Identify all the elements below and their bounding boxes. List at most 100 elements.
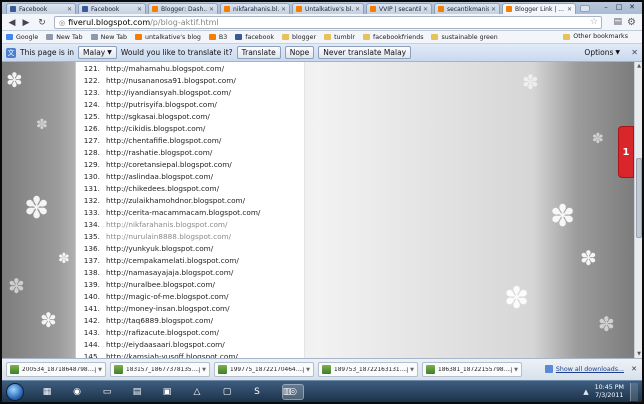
blog-link[interactable]: http://chikedees.blogspot.com/ — [106, 184, 219, 193]
star-icon[interactable]: ☆ — [590, 17, 598, 27]
scroll-down-icon[interactable]: ▼ — [635, 350, 642, 358]
close-window-icon[interactable]: ✕ — [626, 2, 638, 12]
document-icon[interactable]: ▢ — [216, 384, 238, 400]
chevron-down-icon[interactable]: ▼ — [202, 367, 206, 373]
tab-0[interactable]: Facebook ✕ — [6, 3, 76, 14]
bookmark-facebook[interactable]: facebook — [235, 34, 274, 41]
tab-5[interactable]: VVIP | secantik... ✕ — [366, 3, 432, 14]
blog-link[interactable]: http://cempakamelati.blogspot.com/ — [106, 256, 239, 265]
windows-explorer-icon[interactable]: ▦ — [36, 384, 58, 400]
folder-icon[interactable]: ▭ — [96, 384, 118, 400]
page-menu-icon[interactable]: ▤ — [613, 17, 622, 27]
options-menu[interactable]: Options ▼ — [580, 46, 624, 59]
chevron-down-icon[interactable]: ▼ — [514, 367, 518, 373]
spreadsheet-icon[interactable]: ▤ — [126, 384, 148, 400]
show-all-downloads-link[interactable]: Show all downloads... — [544, 365, 624, 373]
translate-button[interactable]: Translate — [236, 46, 281, 59]
blog-link[interactable]: http://sgkasai.blogspot.com/ — [106, 112, 210, 121]
blog-link[interactable]: http://nikfarahanis.blogspot.com/ — [106, 220, 228, 229]
close-icon[interactable]: ✕ — [567, 6, 572, 13]
clock[interactable]: 10:45 PM 7/3/2011 — [595, 384, 624, 400]
bookmark-google[interactable]: Google — [6, 34, 38, 41]
download-item-3[interactable]: 189753_18722163131....jpg ▼ — [318, 362, 418, 377]
chevron-down-icon[interactable]: ▼ — [306, 367, 310, 373]
list-item-number: 129. — [83, 159, 100, 169]
blog-link[interactable]: http://zulaikhamohdnor.blogspot.com/ — [106, 196, 245, 205]
scroll-up-icon[interactable]: ▲ — [635, 62, 642, 70]
new-tab-button[interactable] — [580, 5, 590, 12]
network-app-icon[interactable]: △ — [186, 384, 208, 400]
blog-link[interactable]: http://coretansiepal.blogspot.com/ — [106, 160, 232, 169]
blog-link[interactable]: http://magic-of-me.blogspot.com/ — [106, 292, 228, 301]
download-item-0[interactable]: 200534_18718648798....jpg ▼ — [6, 362, 106, 377]
vertical-scrollbar[interactable]: ▲ ▼ — [634, 62, 642, 358]
bookmark-folder-sustainable-green[interactable]: sustainable green — [431, 34, 498, 41]
download-item-4[interactable]: 186381_18722155798....jpg ▼ — [422, 362, 522, 377]
nope-button[interactable]: Nope — [284, 46, 315, 59]
blog-link[interactable]: http://taq6889.blogspot.com/ — [106, 316, 213, 325]
blog-link[interactable]: http://aslindaa.blogspot.com/ — [106, 172, 213, 181]
close-icon[interactable]: ✕ — [423, 6, 428, 13]
tab-6[interactable]: secantikmanis ✕ — [434, 3, 500, 14]
start-button[interactable] — [6, 383, 24, 401]
maximize-icon[interactable]: □ — [613, 2, 625, 12]
forward-arrow-icon[interactable]: ▶ — [20, 17, 32, 28]
scrollbar-thumb[interactable] — [636, 158, 642, 238]
blog-link[interactable]: http://rafizacute.blogspot.com/ — [106, 328, 219, 337]
reload-icon[interactable]: ↻ — [36, 17, 48, 28]
close-icon[interactable]: ✕ — [631, 48, 638, 57]
blog-link[interactable]: http://chentafifie.blogspot.com/ — [106, 136, 221, 145]
blog-link[interactable]: http://cerita-macammacam.blogspot.com/ — [106, 208, 260, 217]
download-item-2[interactable]: 199775_18722170464....jpg ▼ — [214, 362, 314, 377]
bookmark-new-tab[interactable]: New Tab — [46, 34, 83, 41]
image-viewer-icon[interactable]: ▣ — [156, 384, 178, 400]
blog-link[interactable]: http://cikidis.blogspot.com/ — [106, 124, 205, 133]
blog-link[interactable]: http://mahamahu.blogspot.com/ — [106, 64, 224, 73]
tab-3[interactable]: nikfarahanis.bl... ✕ — [220, 3, 290, 14]
address-bar[interactable]: ◎ fiverul.blogspot.com /p/blog-aktif.htm… — [54, 16, 602, 29]
tab-1[interactable]: Facebook ✕ — [78, 3, 146, 14]
blog-link[interactable]: http://rashatie.blogspot.com/ — [106, 148, 212, 157]
tab-4[interactable]: Untalkative's bl... ✕ — [292, 3, 364, 14]
wrench-icon[interactable]: ⚙ — [627, 17, 636, 28]
show-desktop-button[interactable] — [630, 383, 638, 401]
show-hidden-icons-icon[interactable]: ▲ — [583, 388, 588, 396]
blog-link[interactable]: http://eiydaasaari.blogspot.com/ — [106, 340, 225, 349]
close-icon[interactable]: ✕ — [355, 6, 360, 13]
close-icon[interactable]: ✕ — [491, 6, 496, 13]
bookmark-untalkative[interactable]: untalkative's blog — [135, 34, 201, 41]
bookmark-folder-tumblr[interactable]: tumblr — [324, 34, 355, 41]
never-translate-button[interactable]: Never translate Malay — [318, 46, 412, 59]
blog-link[interactable]: http://money-insan.blogspot.com/ — [106, 304, 230, 313]
tab-7-active[interactable]: Blogger Link | ... ✕ — [502, 3, 576, 14]
skype-icon[interactable]: S — [246, 384, 268, 400]
blog-link[interactable]: http://nusananosa91.blogspot.com/ — [106, 76, 236, 85]
list-item-number: 138. — [83, 267, 100, 277]
media-player-icon[interactable]: ◉ — [66, 384, 88, 400]
blog-link[interactable]: http://namasayajaja.blogspot.com/ — [106, 268, 233, 277]
close-icon[interactable]: ✕ — [137, 6, 142, 13]
close-icon[interactable]: ✕ — [67, 6, 72, 13]
close-icon[interactable]: ✕ — [631, 365, 637, 373]
blog-link[interactable]: http://nuralbee.blogspot.com/ — [106, 280, 215, 289]
back-arrow-icon[interactable]: ◀ — [6, 17, 18, 28]
bookmark-b3[interactable]: B3 — [208, 34, 227, 41]
blog-link[interactable]: http://putrisyifa.blogspot.com/ — [106, 100, 217, 109]
blog-link[interactable]: http://yunkyuk.blogspot.com/ — [106, 244, 213, 253]
close-icon[interactable]: ✕ — [209, 6, 214, 13]
bookmark-folder-blogger[interactable]: blogger — [282, 34, 316, 41]
minimize-icon[interactable]: – — [600, 2, 612, 12]
language-select[interactable]: Malay ▼ — [78, 46, 117, 59]
other-bookmarks[interactable]: Other bookmarks — [563, 33, 628, 40]
bookmark-folder-facebookfriends[interactable]: facebookfriends — [363, 34, 423, 41]
blog-link[interactable]: http://iyandiansyah.blogspot.com/ — [106, 88, 231, 97]
chevron-down-icon[interactable]: ▼ — [410, 367, 414, 373]
download-item-1[interactable]: 183157_18677378135....jpg ▼ — [110, 362, 210, 377]
close-icon[interactable]: ✕ — [281, 6, 286, 13]
tab-2[interactable]: Blogger: Dash... ✕ — [148, 3, 218, 14]
bookmark-new-tab-2[interactable]: New Tab — [90, 34, 127, 41]
blog-link[interactable]: http://nurulain8888.blogspot.com/ — [106, 232, 231, 241]
chevron-down-icon[interactable]: ▼ — [98, 367, 102, 373]
chrome-icon[interactable]: ◎ — [282, 384, 304, 400]
floating-side-tab[interactable]: 1 — [618, 126, 634, 178]
